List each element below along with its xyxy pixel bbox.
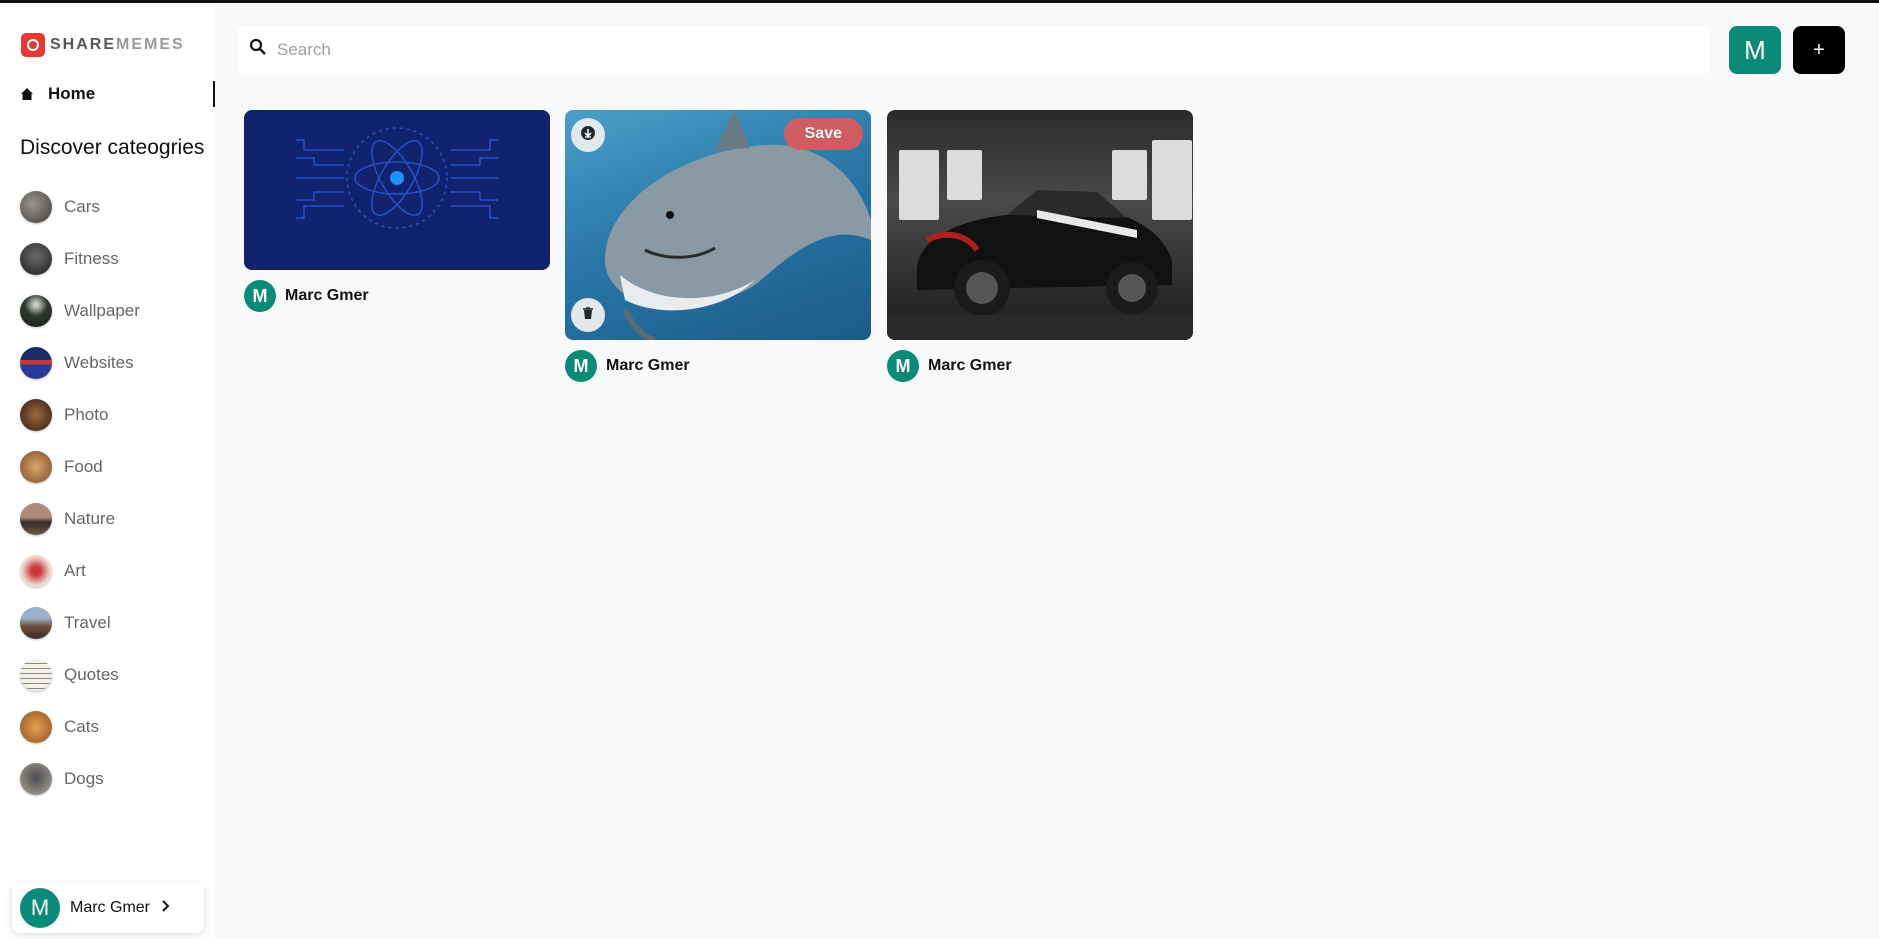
pin-card[interactable]: M Marc Gmer — [887, 110, 1193, 382]
sidebar-item-label: Websites — [64, 353, 134, 372]
sidebar-item-nature[interactable]: Nature — [20, 493, 140, 545]
category-thumbnail — [20, 451, 52, 483]
download-icon — [580, 125, 596, 146]
sidebar-item-travel[interactable]: Travel — [20, 597, 140, 649]
sidebar-item-art[interactable]: Art — [20, 545, 140, 597]
sidebar-item-label: Nature — [64, 509, 116, 528]
pin-image[interactable]: Save — [565, 110, 871, 340]
category-thumbnail — [20, 399, 52, 431]
sidebar-item-label: Food — [64, 457, 103, 476]
sidebar-item-home[interactable]: Home — [20, 81, 215, 107]
sidebar-item-label: Fitness — [64, 249, 119, 268]
search-icon — [249, 38, 267, 61]
download-button[interactable] — [571, 118, 605, 152]
pin-author-name[interactable]: Marc Gmer — [606, 357, 690, 375]
pin-card[interactable]: Save M Marc Gmer — [565, 110, 871, 382]
category-thumbnail — [20, 607, 52, 639]
react-logo-image — [296, 127, 498, 229]
sidebar-item-photo[interactable]: Photo — [20, 389, 140, 441]
sidebar-item-food[interactable]: Food — [20, 441, 140, 493]
sidebar-item-label: Home — [48, 84, 96, 103]
sidebar-item-label: Travel — [64, 613, 111, 632]
search-bar — [237, 26, 1710, 73]
category-thumbnail — [20, 347, 52, 379]
discover-title: Discover cateogries — [20, 136, 205, 159]
sidebar-item-label: Photo — [64, 405, 109, 424]
pin-card[interactable]: M Marc Gmer — [244, 110, 550, 312]
avatar[interactable]: M — [565, 350, 597, 382]
save-button[interactable]: Save — [783, 118, 863, 150]
category-thumbnail — [20, 295, 52, 327]
sidebar-item-label: Quotes — [64, 665, 119, 684]
pin-image[interactable] — [887, 110, 1193, 340]
delete-button[interactable] — [571, 298, 605, 332]
category-thumbnail — [20, 659, 52, 691]
sidebar-item-label: Cars — [64, 197, 100, 216]
app-logo[interactable]: SHAREMEMES — [21, 33, 185, 57]
pin-author-name[interactable]: Marc Gmer — [285, 287, 369, 305]
category-thumbnail — [20, 555, 52, 587]
sidebar-item-dogs[interactable]: Dogs — [20, 753, 140, 805]
sidebar-item-label: Art — [64, 561, 86, 580]
sidebar-item-fitness[interactable]: Fitness — [20, 233, 140, 285]
logo-share-text: SHARE — [50, 36, 117, 53]
avatar: M — [20, 888, 60, 928]
avatar[interactable]: M — [244, 280, 276, 312]
category-thumbnail — [20, 711, 52, 743]
avatar[interactable]: M — [887, 350, 919, 382]
add-pin-button[interactable]: + — [1793, 26, 1845, 74]
sidebar-item-cars[interactable]: Cars — [20, 181, 140, 233]
category-thumbnail — [20, 243, 52, 275]
plus-icon: + — [1813, 38, 1825, 61]
logo-memes-text: MEMES — [116, 36, 185, 53]
logo-icon — [21, 33, 45, 57]
sidebar-item-wallpaper[interactable]: Wallpaper — [20, 285, 140, 337]
sports-car-image — [887, 140, 1193, 340]
sidebar-item-label: Dogs — [64, 769, 104, 788]
sidebar-item-quotes[interactable]: Quotes — [20, 649, 140, 701]
sidebar-user-profile[interactable]: M Marc Gmer — [12, 883, 204, 933]
category-thumbnail — [20, 191, 52, 223]
sidebar-item-cats[interactable]: Cats — [20, 701, 140, 753]
pin-author-name[interactable]: Marc Gmer — [928, 357, 1012, 375]
search-input[interactable] — [277, 39, 1677, 60]
home-icon — [20, 87, 34, 101]
sidebar-item-label: Cats — [64, 717, 99, 736]
user-name: Marc Gmer — [70, 899, 150, 916]
category-list: Cars Fitness Wallpaper Websites Photo Fo… — [20, 181, 140, 805]
pin-image[interactable] — [244, 110, 550, 270]
chevron-right-icon — [160, 899, 170, 917]
sidebar: SHAREMEMES Home Discover cateogries Cars… — [0, 3, 215, 939]
user-avatar-button[interactable]: M — [1729, 26, 1781, 74]
sidebar-item-websites[interactable]: Websites — [20, 337, 140, 389]
trash-icon — [581, 306, 595, 325]
sidebar-item-label: Wallpaper — [64, 301, 140, 320]
category-thumbnail — [20, 503, 52, 535]
category-thumbnail — [20, 763, 52, 795]
